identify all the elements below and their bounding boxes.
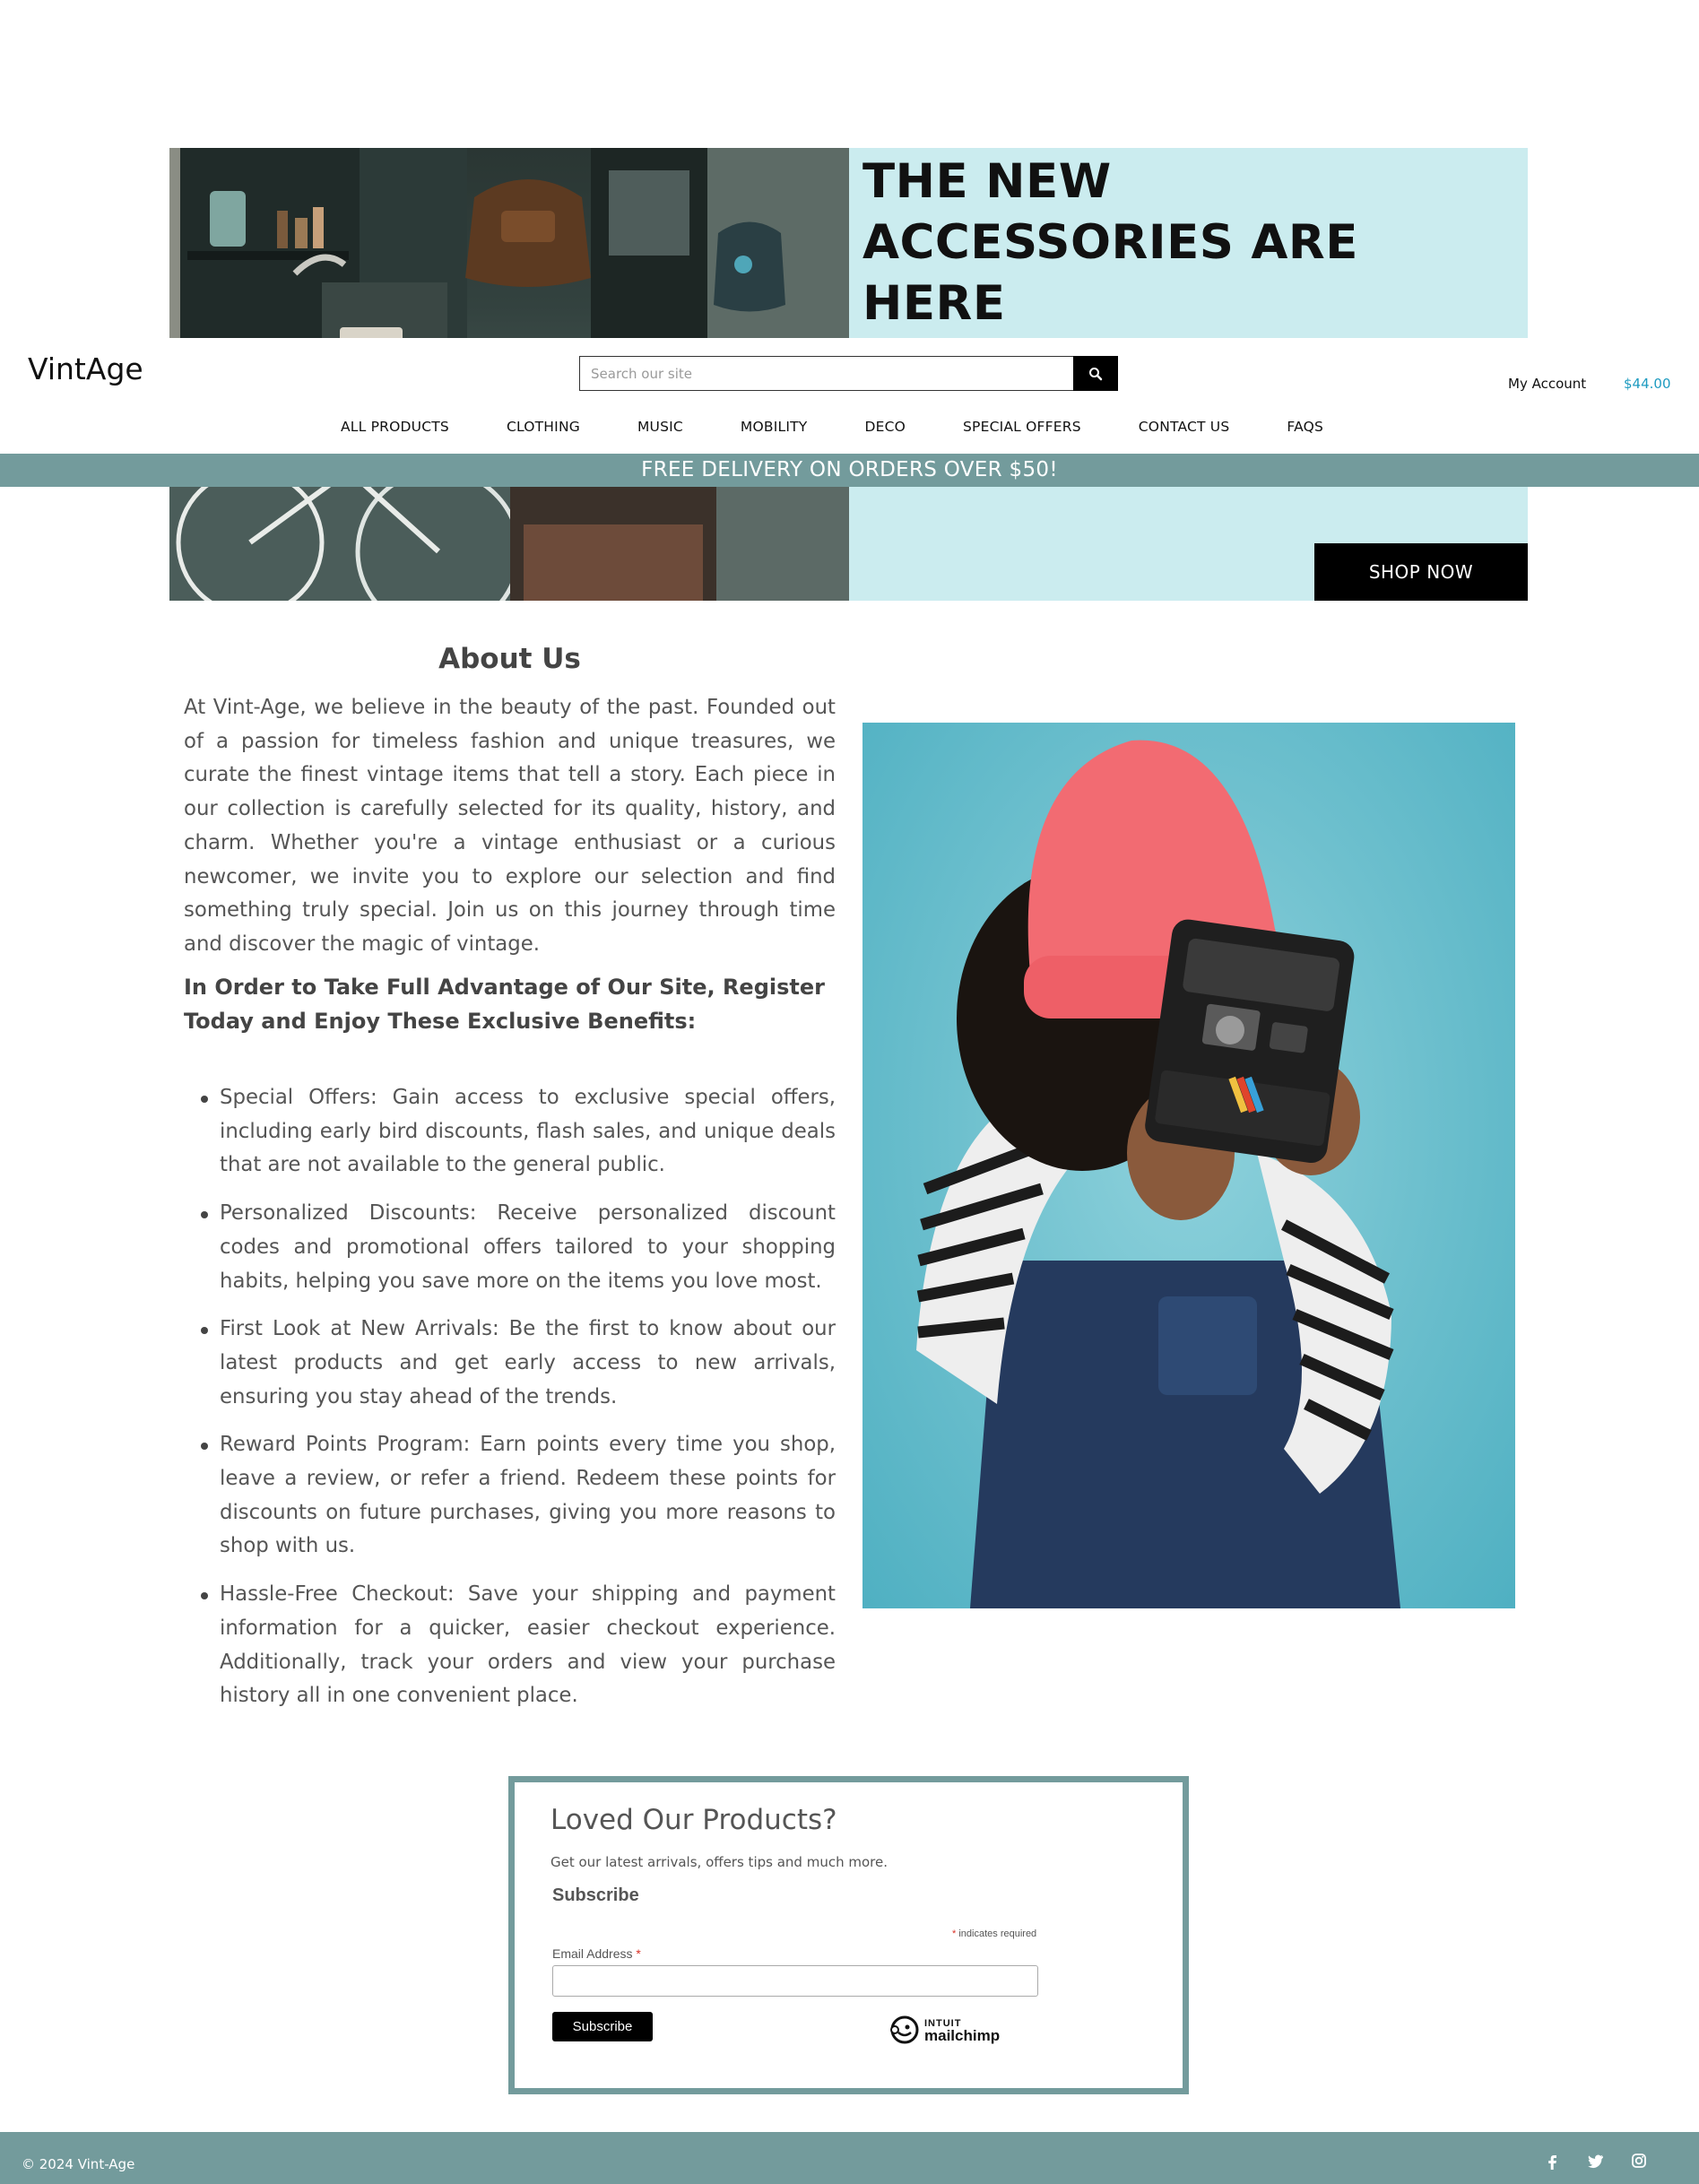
benefits-heading: In Order to Take Full Advantage of Our S…	[184, 975, 825, 1034]
about-photo	[863, 723, 1515, 1608]
required-note-text: indicates required	[958, 1928, 1037, 1939]
nav-mobility[interactable]: MOBILITY	[741, 419, 808, 435]
search-input[interactable]	[579, 356, 1073, 391]
mailchimp-icon	[890, 2015, 919, 2044]
email-label: Email Address *	[552, 1946, 641, 1961]
nav-deco[interactable]: DECO	[864, 419, 906, 435]
main-nav: ALL PRODUCTS CLOTHING MUSIC MOBILITY DEC…	[341, 419, 1323, 435]
free-delivery-banner: FREE DELIVERY ON ORDERS OVER $50!	[0, 454, 1699, 487]
nav-music[interactable]: MUSIC	[637, 419, 683, 435]
shop-now-button[interactable]: SHOP NOW	[1314, 543, 1528, 601]
site-header: VintAge My Account $44.00 ALL PRODUCTS C…	[0, 338, 1699, 454]
instagram-icon[interactable]	[1630, 2152, 1648, 2170]
mailchimp-text: mailchimp	[924, 2027, 1001, 2044]
nav-faqs[interactable]: FAQS	[1287, 419, 1323, 435]
search-button[interactable]	[1073, 356, 1118, 391]
about-title: About Us	[438, 643, 581, 675]
list-item: Special Offers: Gain access to exclusive…	[184, 1081, 836, 1183]
required-star: *	[636, 1946, 641, 1961]
facebook-icon[interactable]	[1544, 2152, 1562, 2170]
hero-headline: THE NEW ACCESSORIES ARE HERE	[863, 154, 1358, 331]
subscribe-button[interactable]: Subscribe	[552, 2012, 653, 2041]
list-item: Reward Points Program: Earn points every…	[184, 1428, 836, 1564]
list-item: Hassle-Free Checkout: Save your shipping…	[184, 1578, 836, 1713]
about-text: At Vint-Age, we believe in the beauty of…	[184, 696, 836, 956]
social-links	[1544, 2152, 1648, 2170]
mailchimp-badge[interactable]: INTUIT mailchimp	[889, 2015, 1000, 2045]
newsletter-title: Loved Our Products?	[550, 1804, 837, 1836]
required-note: * indicates required	[952, 1928, 1036, 1939]
newsletter-subtitle: Get our latest arrivals, offers tips and…	[550, 1854, 888, 1870]
nav-contact-us[interactable]: CONTACT US	[1139, 419, 1230, 435]
twitter-icon[interactable]	[1587, 2152, 1605, 2170]
cart-total[interactable]: $44.00	[1624, 376, 1671, 392]
newsletter-box: Loved Our Products? Get our latest arriv…	[508, 1776, 1189, 2094]
subscribe-heading: Subscribe	[552, 1885, 639, 1905]
copyright: © 2024 Vint-Age	[22, 2156, 135, 2172]
nav-special-offers[interactable]: SPECIAL OFFERS	[963, 419, 1081, 435]
required-star: *	[952, 1928, 957, 1939]
site-logo[interactable]: VintAge	[28, 351, 143, 386]
my-account-link[interactable]: My Account	[1508, 376, 1586, 392]
site-footer: © 2024 Vint-Age	[0, 2132, 1699, 2184]
camera-person-illustration	[916, 740, 1400, 1608]
email-field[interactable]	[552, 1965, 1038, 1997]
email-label-text: Email Address	[552, 1946, 633, 1961]
search-bar	[579, 356, 1118, 391]
mailchimp-wordmark: INTUIT mailchimp	[924, 2018, 1001, 2044]
list-item: Personalized Discounts: Receive personal…	[184, 1197, 836, 1298]
benefits-list: Special Offers: Gain access to exclusive…	[184, 1081, 836, 1728]
nav-clothing[interactable]: CLOTHING	[507, 419, 580, 435]
list-item: First Look at New Arrivals: Be the first…	[184, 1313, 836, 1414]
nav-all-products[interactable]: ALL PRODUCTS	[341, 419, 449, 435]
search-icon	[1089, 367, 1103, 380]
